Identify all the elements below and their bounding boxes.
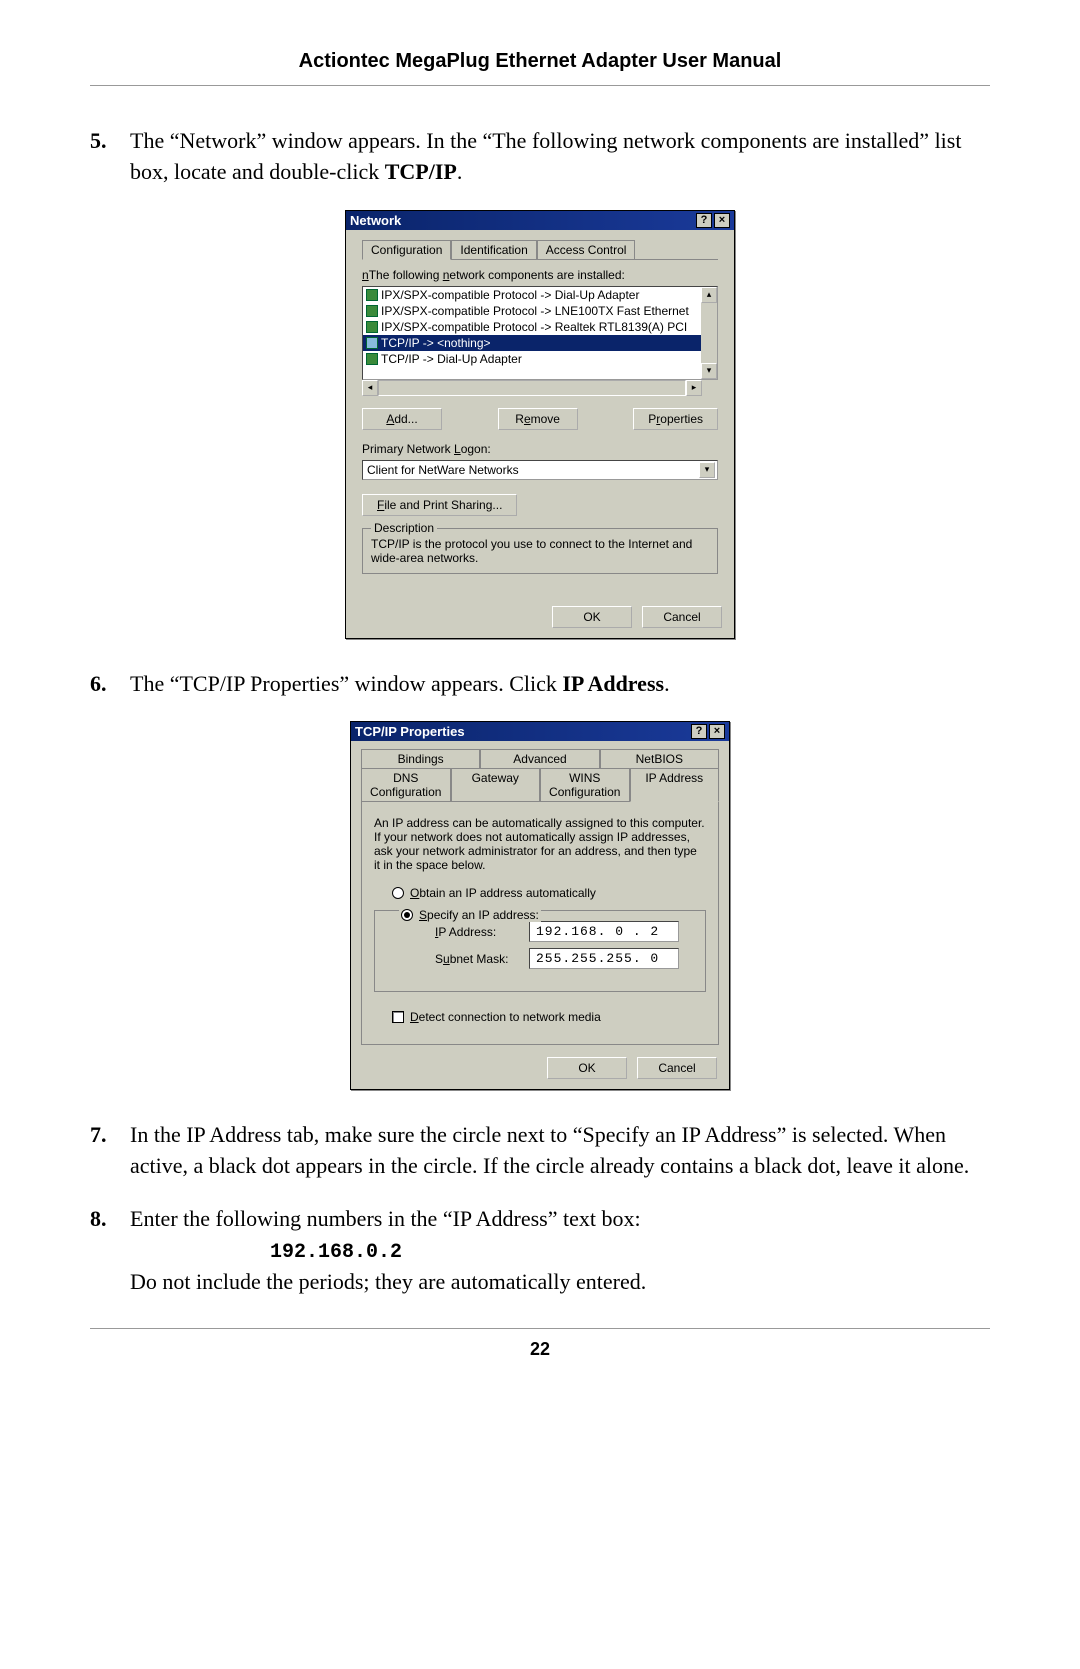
radio-icon	[392, 887, 404, 899]
list-item[interactable]: IPX/SPX-compatible Protocol -> LNE100TX …	[363, 303, 701, 319]
protocol-icon	[366, 305, 378, 317]
subnet-mask-input[interactable]: 255.255.255. 0	[529, 948, 679, 969]
step-8-number: 8.	[90, 1204, 130, 1298]
step-7-number: 7.	[90, 1120, 130, 1182]
list-item[interactable]: IPX/SPX-compatible Protocol -> Realtek R…	[363, 319, 701, 335]
network-titlebar: Network ? ×	[346, 211, 734, 230]
step-6-bold: IP Address	[562, 671, 664, 696]
ip-address-label: IP Address:	[435, 925, 515, 939]
description-legend: Description	[371, 521, 437, 535]
tab-bindings[interactable]: Bindings	[361, 749, 480, 768]
network-title: Network	[350, 213, 401, 228]
protocol-icon	[366, 337, 378, 349]
step-7: 7. In the IP Address tab, make sure the …	[90, 1120, 990, 1182]
tab-ip-address[interactable]: IP Address	[630, 768, 720, 802]
step-6-text-b: .	[664, 671, 670, 696]
radio-icon	[401, 909, 413, 921]
scroll-left-icon[interactable]: ◂	[362, 380, 378, 396]
tab-access-control[interactable]: Access Control	[537, 240, 636, 259]
step-5-body: The “Network” window appears. In the “Th…	[130, 126, 990, 188]
ok-button[interactable]: OK	[552, 606, 632, 628]
tab-advanced[interactable]: Advanced	[480, 749, 599, 768]
step-5-bold: TCP/IP	[385, 159, 457, 184]
logon-value: Client for NetWare Networks	[367, 463, 519, 477]
help-icon[interactable]: ?	[696, 213, 712, 228]
tab-dns[interactable]: DNS Configuration	[361, 768, 451, 801]
scroll-up-icon[interactable]: ▴	[701, 287, 717, 303]
ip-address-input[interactable]: 192.168. 0 . 2	[529, 921, 679, 942]
tcpip-titlebar: TCP/IP Properties ? ×	[351, 722, 729, 741]
step-6-text-a: The “TCP/IP Properties” window appears. …	[130, 671, 562, 696]
step-8-text-b: Do not include the periods; they are aut…	[130, 1269, 646, 1294]
step-8-text-a: Enter the following numbers in the “IP A…	[130, 1206, 641, 1231]
step-8-ip-value: 192.168.0.2	[270, 1241, 402, 1264]
network-dialog: Network ? × Configuration Identification…	[345, 210, 735, 639]
step-5-text-a: The “Network” window appears. In the “Th…	[130, 128, 961, 184]
tab-wins[interactable]: WINS Configuration	[540, 768, 630, 801]
list-item[interactable]: TCP/IP -> Dial-Up Adapter	[363, 351, 701, 367]
tcpip-dialog: TCP/IP Properties ? × Bindings Advanced …	[350, 721, 730, 1090]
tab-netbios[interactable]: NetBIOS	[600, 749, 719, 768]
description-group: Description TCP/IP is the protocol you u…	[362, 528, 718, 574]
step-5-number: 5.	[90, 126, 130, 188]
radio-obtain-auto[interactable]: Obtain an IP address automatically	[392, 886, 706, 900]
close-icon[interactable]: ×	[714, 213, 730, 228]
description-text: TCP/IP is the protocol you use to connec…	[371, 537, 709, 565]
footer-divider	[90, 1328, 990, 1329]
cancel-button[interactable]: Cancel	[637, 1057, 717, 1079]
step-8: 8. Enter the following numbers in the “I…	[90, 1204, 990, 1298]
page-header-title: Actiontec MegaPlug Ethernet Adapter User…	[90, 50, 990, 73]
tab-configuration[interactable]: Configuration	[362, 240, 451, 260]
detect-connection-checkbox[interactable]: Detect connection to network media	[392, 1010, 706, 1024]
step-5: 5. The “Network” window appears. In the …	[90, 126, 990, 188]
close-icon[interactable]: ×	[709, 724, 725, 739]
tab-gateway[interactable]: Gateway	[451, 768, 541, 801]
tab-identification[interactable]: Identification	[451, 240, 536, 259]
step-6-body: The “TCP/IP Properties” window appears. …	[130, 669, 990, 700]
step-6: 6. The “TCP/IP Properties” window appear…	[90, 669, 990, 700]
scroll-down-icon[interactable]: ▾	[701, 363, 717, 379]
chevron-down-icon[interactable]: ▾	[699, 462, 715, 478]
file-print-sharing-button[interactable]: File and Print Sharing...	[362, 494, 517, 516]
header-divider	[90, 85, 990, 86]
protocol-icon	[366, 353, 378, 365]
step-6-number: 6.	[90, 669, 130, 700]
cancel-button[interactable]: Cancel	[642, 606, 722, 628]
properties-button[interactable]: Properties	[633, 408, 718, 430]
components-listbox[interactable]: IPX/SPX-compatible Protocol -> Dial-Up A…	[362, 286, 718, 380]
list-item[interactable]: IPX/SPX-compatible Protocol -> Dial-Up A…	[363, 287, 701, 303]
list-item-selected[interactable]: TCP/IP -> <nothing>	[363, 335, 701, 351]
protocol-icon	[366, 289, 378, 301]
checkbox-icon	[392, 1011, 404, 1023]
step-7-body: In the IP Address tab, make sure the cir…	[130, 1120, 990, 1182]
remove-button[interactable]: Remove	[498, 408, 578, 430]
logon-combo[interactable]: Client for NetWare Networks ▾	[362, 460, 718, 480]
ip-info-text: An IP address can be automatically assig…	[374, 816, 706, 872]
help-icon[interactable]: ?	[691, 724, 707, 739]
radio-specify-ip[interactable]: Specify an IP address:	[399, 908, 541, 922]
ok-button[interactable]: OK	[547, 1057, 627, 1079]
page-number: 22	[90, 1339, 990, 1360]
step-8-body: Enter the following numbers in the “IP A…	[130, 1204, 990, 1298]
protocol-icon	[366, 321, 378, 333]
scroll-right-icon[interactable]: ▸	[686, 380, 702, 396]
add-button[interactable]: Add...	[362, 408, 442, 430]
components-label: nThe following network components are in…	[362, 268, 718, 282]
step-5-text-b: .	[457, 159, 463, 184]
subnet-mask-label: Subnet Mask:	[435, 952, 515, 966]
logon-label: Primary Network Logon:	[362, 442, 718, 456]
tcpip-title: TCP/IP Properties	[355, 724, 465, 739]
